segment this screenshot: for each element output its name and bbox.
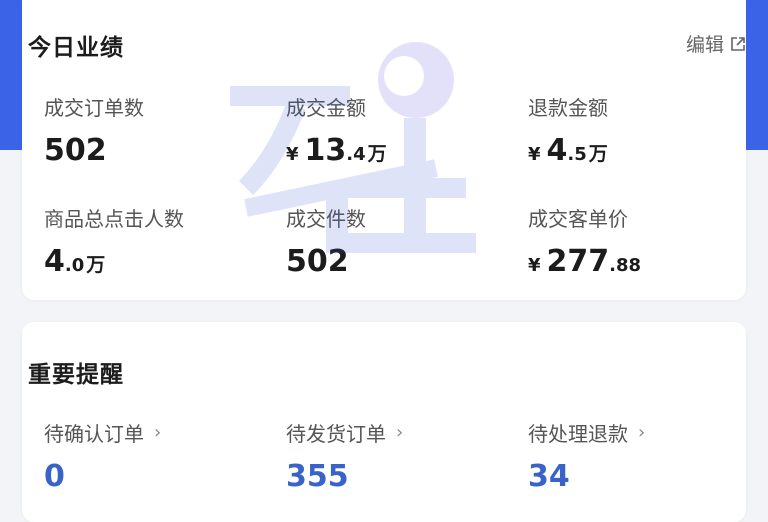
metric-value: 502 — [44, 133, 144, 168]
edit-button[interactable]: 编辑 — [686, 30, 746, 57]
reminder-label: 待处理退款 — [528, 422, 628, 446]
reminder-value: 34 — [528, 459, 570, 494]
metric-label: 成交客单价 — [528, 207, 628, 231]
metric-main: 4 — [546, 133, 568, 168]
metric-main: 4 — [44, 244, 65, 279]
reminder-label: 待确认订单 — [44, 422, 144, 446]
metric-unit: 万 — [367, 143, 387, 165]
reminder-pending-confirm[interactable]: 待确认订单 › 0 — [44, 418, 161, 494]
performance-title: 今日业绩 — [28, 35, 124, 61]
metric-value: ¥ 4 .5 万 — [528, 133, 608, 168]
metric-product-clicks: 商品总点击人数 4 .0 万 — [44, 203, 184, 279]
metric-decimal: .88 — [609, 255, 642, 276]
metric-decimal: .4 — [346, 144, 366, 165]
external-edit-icon — [731, 36, 745, 51]
metric-sales-amount: 成交金额 ¥ 13 .4 万 — [286, 92, 387, 168]
metric-value: 502 — [286, 244, 366, 279]
metric-item-count: 成交件数 502 — [286, 203, 366, 279]
reminder-label-row: 待发货订单 › — [286, 418, 403, 447]
metric-refund-amount: 退款金额 ¥ 4 .5 万 — [528, 92, 608, 168]
reminder-pending-refund[interactable]: 待处理退款 › 34 — [528, 418, 645, 494]
reminder-label: 待发货订单 — [286, 422, 386, 446]
metric-decimal: .0 — [64, 255, 85, 276]
currency-symbol: ¥ — [528, 144, 541, 165]
reminder-label-row: 待处理退款 › — [528, 418, 645, 447]
metric-main: 502 — [286, 244, 349, 279]
metric-label: 成交金额 — [286, 96, 366, 120]
reminder-value: 0 — [44, 459, 65, 494]
metric-value: ¥ 13 .4 万 — [286, 133, 387, 168]
metric-main: 277 — [546, 244, 610, 279]
metric-label: 成交订单数 — [44, 96, 144, 120]
metric-unit: 万 — [588, 143, 608, 165]
metric-label: 成交件数 — [286, 207, 366, 231]
metric-main: 13 — [304, 133, 347, 168]
metric-value: ¥ 277 .88 — [528, 244, 641, 279]
metric-order-count: 成交订单数 502 — [44, 92, 144, 168]
chevron-right-icon: › — [154, 422, 162, 443]
chevron-right-icon: › — [396, 422, 404, 443]
metric-avg-order-value: 成交客单价 ¥ 277 .88 — [528, 203, 641, 279]
currency-symbol: ¥ — [286, 144, 299, 165]
metric-label: 商品总点击人数 — [44, 207, 184, 231]
metric-unit: 万 — [86, 254, 106, 276]
metric-value: 4 .0 万 — [44, 244, 184, 279]
reminder-value: 355 — [286, 459, 349, 494]
metric-main: 502 — [44, 133, 107, 168]
chevron-right-icon: › — [638, 422, 646, 443]
reminder-pending-shipment[interactable]: 待发货订单 › 355 — [286, 418, 403, 494]
currency-symbol: ¥ — [528, 255, 541, 276]
reminders-title: 重要提醒 — [28, 362, 124, 388]
reminder-label-row: 待确认订单 › — [44, 418, 161, 447]
edit-label: 编辑 — [685, 34, 724, 56]
metric-label: 退款金额 — [528, 96, 608, 120]
metric-decimal: .5 — [567, 144, 587, 165]
